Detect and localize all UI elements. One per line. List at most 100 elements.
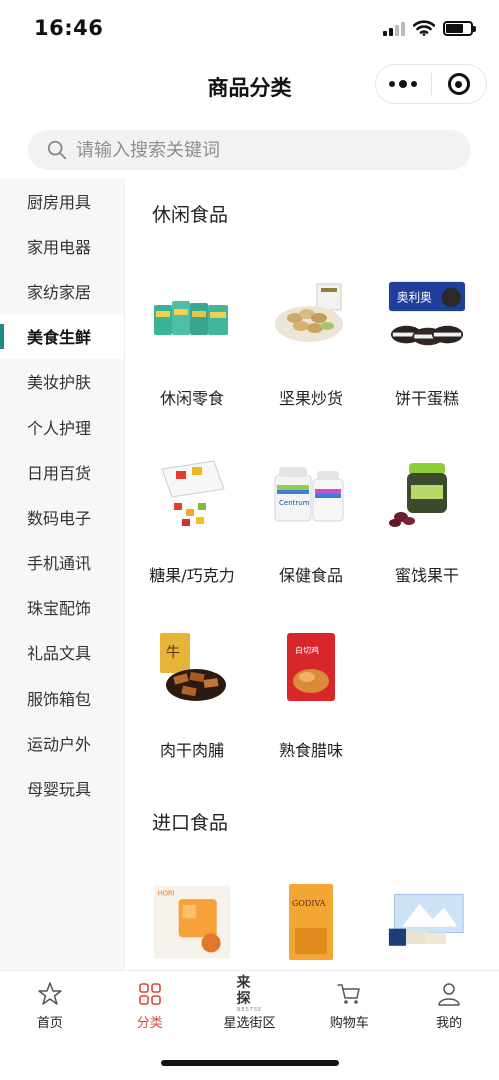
sidebar-item-label: 个人护理	[27, 418, 92, 438]
category-label: 熟食腊味	[278, 741, 343, 760]
sidebar-item-apparel[interactable]: 服饰箱包	[0, 675, 124, 720]
wifi-icon	[413, 20, 435, 36]
godiva-box-image: GODIVA	[271, 882, 351, 962]
sidebar-item-kitchen[interactable]: 厨房用具	[0, 178, 124, 223]
vitamin-bottles-image: Centrum	[271, 454, 351, 534]
gummy-candy-image	[152, 454, 232, 534]
section-snacks: 休闲食品	[125, 203, 499, 227]
category-grid-icon	[138, 983, 161, 1005]
category-label: 坚果炒货	[278, 389, 343, 408]
category-label: 肉干肉脯	[159, 741, 224, 760]
snack-bags-image	[152, 277, 232, 357]
tab-mine[interactable]: 我的	[399, 971, 499, 1035]
status-time: 16:46	[34, 16, 104, 40]
more-button[interactable]	[376, 65, 431, 103]
category-label: 糖果/巧克力	[149, 566, 235, 585]
dried-fruit-jar-image	[387, 454, 467, 534]
home-indicator	[161, 1060, 339, 1066]
jerky-pack-text: 牛	[166, 645, 180, 661]
status-bar: 16:46	[0, 0, 499, 60]
category-label: 蜜饯果干	[394, 566, 459, 585]
sidebar-item-label: 母婴玩具	[27, 780, 92, 800]
sidebar-item-label: 家纺家居	[27, 282, 92, 302]
category-cell[interactable]	[369, 882, 485, 970]
sidebar-item-label: 厨房用具	[27, 192, 92, 212]
jelly-pack-text: HORI	[158, 889, 175, 897]
category-cell[interactable]: GODIVA	[253, 882, 369, 970]
tab-label: 星选街区	[223, 1016, 276, 1031]
chicken-pack-text: 白切鸡	[295, 645, 319, 655]
category-cell[interactable]: Centrum 保健食品	[253, 454, 369, 604]
sidebar-item-label: 美食生鲜	[27, 328, 92, 348]
target-icon	[447, 73, 470, 95]
tab-label: 首页	[36, 1016, 63, 1031]
sidebar-item-personal-care[interactable]: 个人护理	[0, 404, 124, 449]
category-label: 保健食品	[278, 566, 343, 585]
category-cell[interactable]: 糖果/巧克力	[134, 454, 250, 604]
sidebar-item-sports[interactable]: 运动户外	[0, 720, 124, 765]
sidebar-item-label: 服饰箱包	[27, 689, 92, 709]
search-icon	[47, 140, 67, 160]
sidebar-item-label: 礼品文具	[27, 644, 92, 664]
sidebar-item-baby-toys[interactable]: 母婴玩具	[0, 765, 124, 810]
oreo-pack-text: 奥利奥	[397, 290, 432, 304]
tab-bar: 首页 分类 来探 NESTSE 星选街区 购物车 我的	[0, 970, 499, 1080]
sidebar-item-label: 运动户外	[27, 734, 92, 754]
tab-label: 我的	[436, 1016, 463, 1031]
user-icon	[438, 983, 460, 1006]
nav-bar: 商品分类	[0, 60, 499, 114]
tab-star-street[interactable]: 来探 NESTSE 星选街区	[200, 971, 300, 1035]
category-label: 休闲零食	[159, 389, 224, 408]
sidebar-item-gifts[interactable]: 礼品文具	[0, 630, 124, 675]
sidebar-item-beauty[interactable]: 美妆护肤	[0, 359, 124, 404]
category-label: 饼干蛋糕	[394, 389, 459, 408]
sidebar-item-label: 手机通讯	[27, 554, 92, 574]
godiva-pack-text: GODIVA	[292, 899, 326, 908]
sidebar-item-label: 数码电子	[27, 508, 92, 528]
close-miniprogram-button[interactable]	[432, 65, 487, 103]
sidebar-item-phones[interactable]: 手机通讯	[0, 540, 124, 585]
category-cell[interactable]: 坚果炒货	[253, 277, 369, 427]
category-cell[interactable]: 休闲零食	[134, 277, 250, 427]
category-sidebar: 厨房用具 家用电器 家纺家居 美食生鲜 美妆护肤 个人护理 日用百货 数码电子 …	[0, 178, 125, 970]
category-cell[interactable]: 蜜饯果干	[369, 454, 485, 604]
section-title: 进口食品	[152, 812, 229, 834]
brand-logo-icon: 来探 NESTSE	[236, 975, 262, 1013]
oreo-cookies-image: 奥利奥	[387, 277, 467, 357]
mini-program-capsule	[375, 64, 487, 104]
category-main: 休闲食品 休闲零食 坚果炒货 奥利奥 饼干蛋糕 糖果/巧克力 Centrum 保…	[125, 178, 499, 970]
sidebar-item-home-textiles[interactable]: 家纺家居	[0, 268, 124, 313]
pistachio-bowl-image	[271, 277, 351, 357]
search-input[interactable]	[76, 139, 436, 161]
section-title: 休闲食品	[152, 204, 229, 226]
sidebar-item-label: 日用百货	[27, 463, 92, 483]
battery-icon	[443, 20, 476, 36]
cart-icon	[337, 984, 361, 1004]
category-cell[interactable]: 奥利奥 饼干蛋糕	[369, 277, 485, 427]
tab-label: 分类	[136, 1016, 163, 1031]
star-icon	[38, 982, 62, 1005]
category-cell[interactable]: 白切鸡 熟食腊味	[253, 629, 369, 779]
sidebar-item-label: 家用电器	[27, 237, 92, 257]
sidebar-item-appliances[interactable]: 家用电器	[0, 223, 124, 268]
status-icons	[383, 20, 476, 36]
search-bar[interactable]	[28, 130, 471, 170]
more-dots-icon	[389, 80, 418, 88]
tab-category[interactable]: 分类	[100, 971, 200, 1035]
sidebar-item-label: 珠宝配饰	[27, 599, 92, 619]
tab-home[interactable]: 首页	[0, 971, 100, 1035]
sidebar-item-label: 美妆护肤	[27, 373, 92, 393]
category-cell[interactable]: HORI	[134, 882, 250, 970]
category-content: 厨房用具 家用电器 家纺家居 美食生鲜 美妆护肤 个人护理 日用百货 数码电子 …	[0, 178, 499, 970]
category-cell[interactable]: 牛 肉干肉脯	[134, 629, 250, 779]
sidebar-item-food[interactable]: 美食生鲜	[0, 313, 124, 359]
sidebar-item-digital[interactable]: 数码电子	[0, 494, 124, 539]
sidebar-item-jewelry[interactable]: 珠宝配饰	[0, 585, 124, 630]
section-imported: 进口食品	[125, 811, 499, 835]
roast-chicken-image: 白切鸡	[271, 629, 351, 709]
beef-jerky-image: 牛	[152, 629, 232, 709]
tab-cart[interactable]: 购物车	[299, 971, 399, 1035]
signal-icon	[383, 20, 405, 36]
white-lover-cookies-image	[387, 882, 467, 962]
sidebar-item-daily-goods[interactable]: 日用百货	[0, 449, 124, 494]
